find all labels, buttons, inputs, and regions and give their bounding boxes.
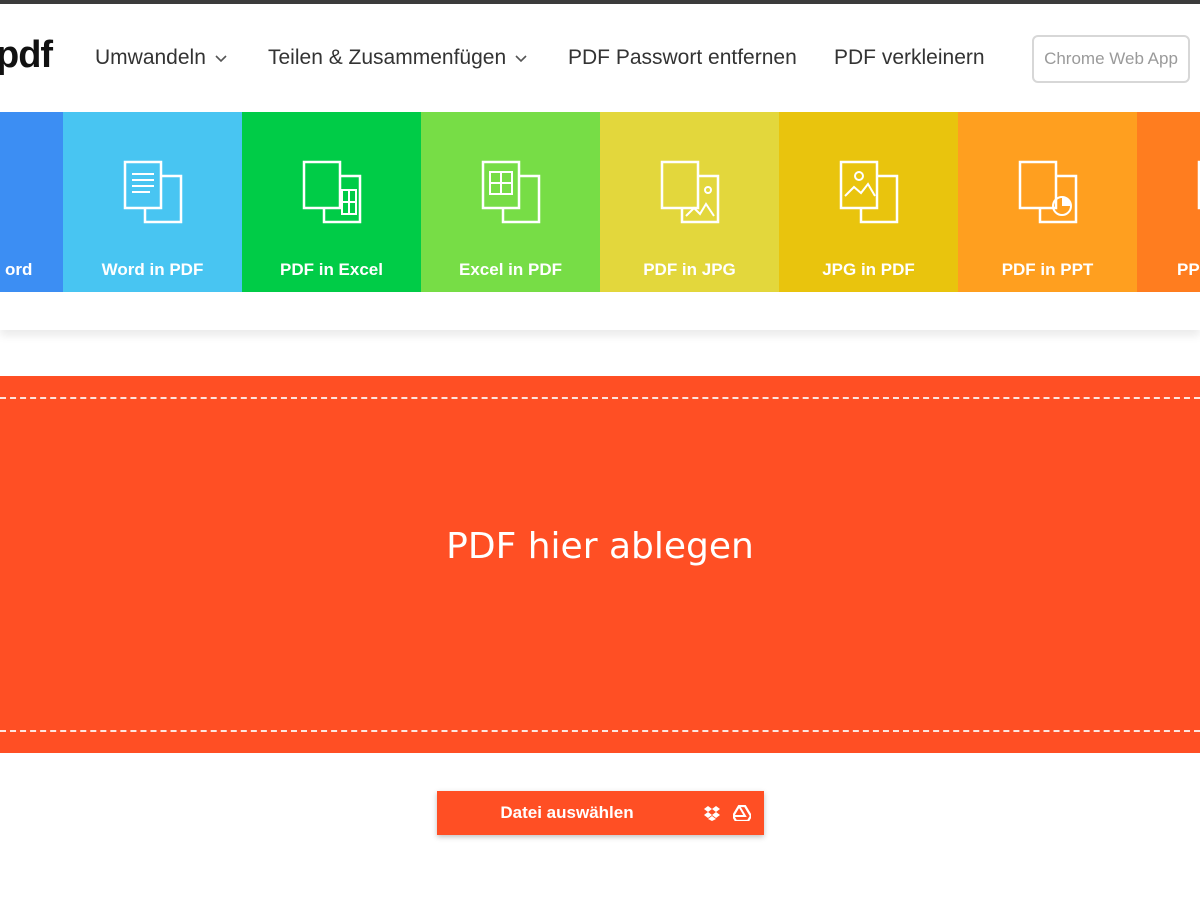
tool-pdf-in-jpg[interactable]: PDF in JPG — [600, 112, 779, 292]
tool-label: Excel in PDF — [459, 260, 562, 279]
word-document-icon — [123, 160, 182, 224]
image-document-icon — [660, 160, 719, 224]
nav-teilen-zusammenfuegen[interactable]: Teilen & Zusammenfügen — [268, 46, 528, 70]
tool-word-in-pdf[interactable]: Word in PDF — [63, 112, 242, 292]
tool-excel-in-pdf[interactable]: Excel in PDF — [421, 112, 600, 292]
choose-file-button[interactable]: Datei auswählen — [437, 791, 764, 835]
nav-label: PDF verkleinern — [834, 46, 985, 69]
tool-pdf-in-ppt[interactable]: PDF in PPT — [958, 112, 1137, 292]
google-drive-icon[interactable] — [733, 805, 751, 821]
tool-ppt-in-pdf[interactable]: PP — [1137, 112, 1200, 292]
nav-pdf-passwort-entfernen[interactable]: PDF Passwort entfernen — [568, 46, 797, 70]
tool-pdf-in-excel[interactable]: PDF in Excel — [242, 112, 421, 292]
chevron-down-icon — [215, 55, 227, 63]
choose-file-label: Datei auswählen — [500, 803, 634, 822]
site-header: pdf Umwandeln Teilen & Zusammenfügen PDF… — [0, 4, 1200, 112]
drop-zone-text: PDF hier ablegen — [446, 526, 754, 567]
nav-pdf-verkleinern[interactable]: PDF verkleinern — [834, 46, 985, 70]
dropbox-icon[interactable] — [703, 805, 721, 821]
dashed-border-top — [0, 397, 1200, 399]
tool-jpg-in-pdf[interactable]: JPG in PDF — [779, 112, 958, 292]
tool-pdf-in-word[interactable]: ord — [0, 112, 63, 292]
tool-label: PP — [1177, 260, 1200, 279]
nav-label: Umwandeln — [95, 46, 206, 69]
site-logo[interactable]: pdf — [0, 34, 53, 77]
tool-strip: ord Word in PDF PDF in Excel Excel in PD… — [0, 112, 1200, 292]
tool-label: JPG in PDF — [822, 260, 915, 279]
tool-strip-footer — [0, 292, 1200, 330]
presentation-icon — [1197, 160, 1200, 210]
nav-umwandeln[interactable]: Umwandeln — [95, 46, 228, 70]
document-icon — [0, 160, 6, 224]
nav-label: PDF Passwort entfernen — [568, 46, 797, 69]
tool-label: ord — [5, 260, 33, 279]
tool-label: Word in PDF — [101, 260, 204, 279]
file-drop-zone[interactable]: PDF hier ablegen — [0, 376, 1200, 753]
picture-icon — [839, 160, 898, 224]
nav-label: Teilen & Zusammenfügen — [268, 46, 507, 69]
chrome-web-app-button[interactable]: Chrome Web App — [1032, 35, 1190, 83]
presentation-icon — [1018, 160, 1077, 224]
excel-document-icon — [302, 160, 361, 224]
tool-label: PDF in Excel — [280, 260, 383, 279]
tool-label: PDF in JPG — [643, 260, 736, 279]
chevron-down-icon — [515, 55, 527, 63]
spreadsheet-icon — [481, 160, 540, 224]
dashed-border-bottom — [0, 730, 1200, 732]
tool-label: PDF in PPT — [1001, 260, 1094, 279]
